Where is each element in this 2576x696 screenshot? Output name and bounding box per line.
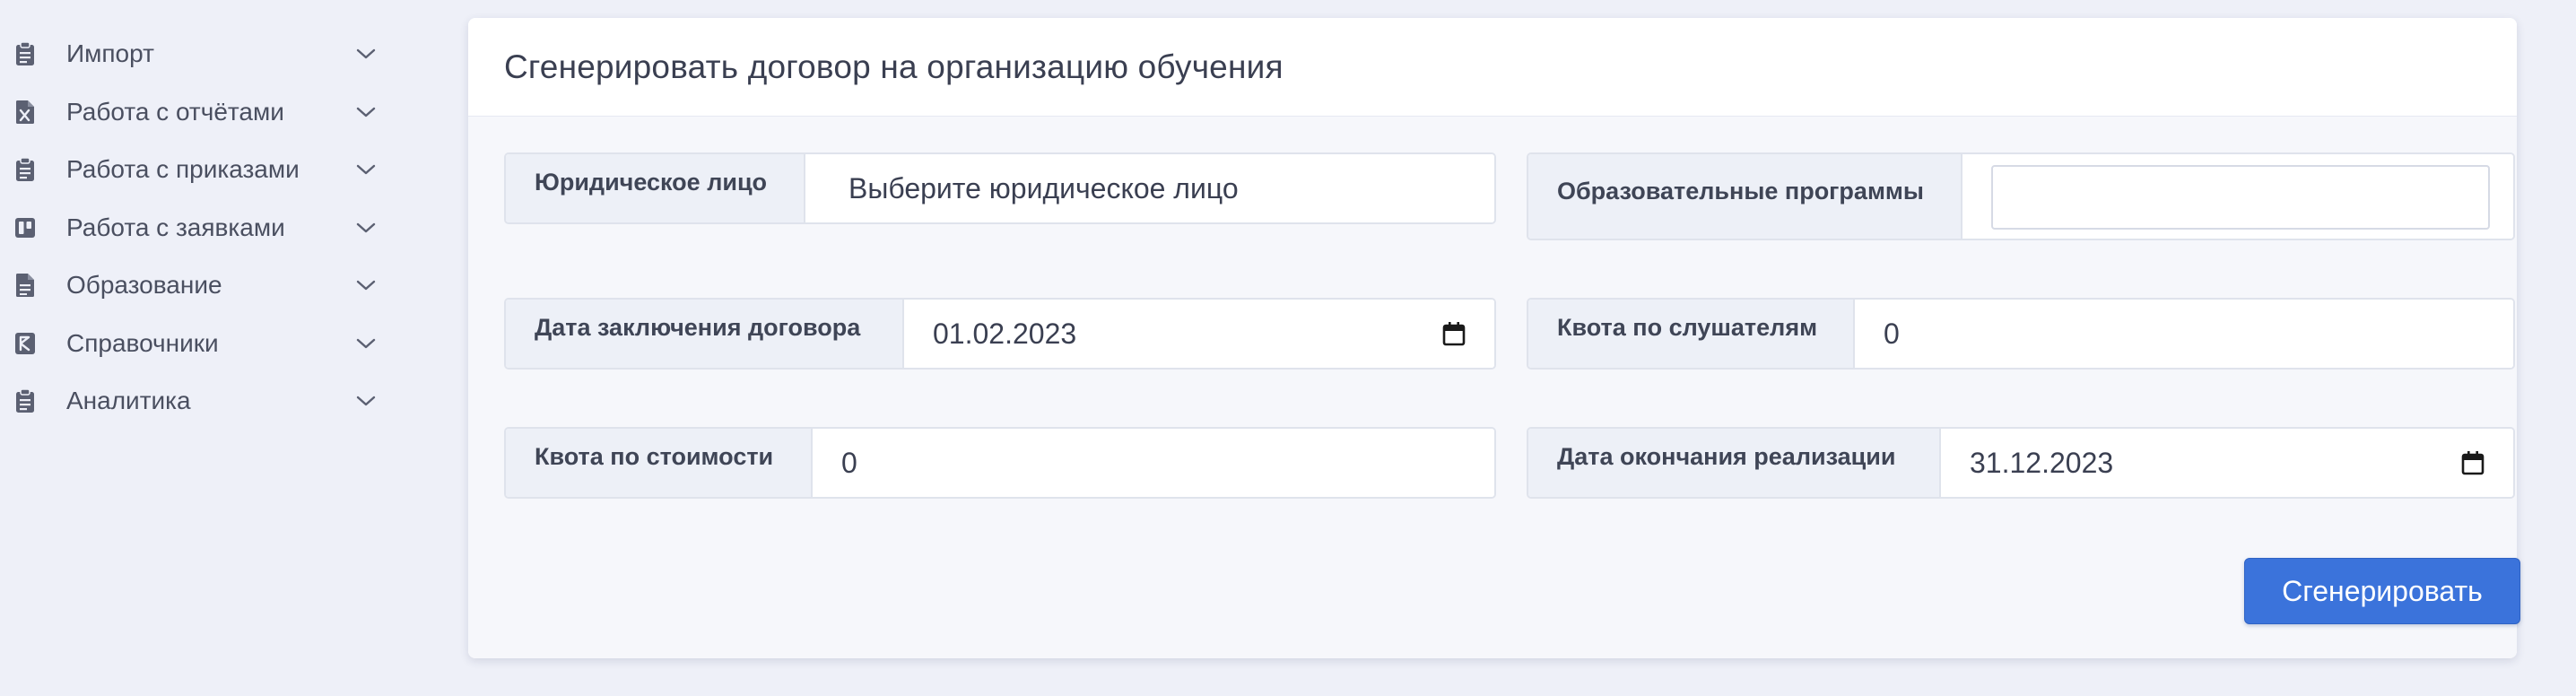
sidebar-item-label: Работа с приказами (66, 155, 300, 184)
sidebar: Импорт Работа с отчётами Работа с приказ… (0, 0, 395, 696)
excel-file-icon (14, 99, 36, 126)
calendar-icon[interactable] (1442, 321, 1466, 346)
listeners-quota-label: Квота по слушателям (1528, 300, 1855, 368)
programs-label: Образовательные программы (1528, 154, 1962, 239)
sidebar-item-orders[interactable]: Работа с приказами (0, 141, 395, 199)
programs-field-wrap (1962, 154, 2513, 239)
contract-date-value: 01.02.2023 (933, 317, 1077, 350)
sidebar-item-analytics[interactable]: Аналитика (0, 372, 395, 431)
calendar-icon[interactable] (2461, 450, 2485, 475)
card-header: Сгенерировать договор на организацию обу… (468, 18, 2517, 117)
document-icon (14, 272, 36, 299)
legal-entity-group: Юридическое лицо Выберите юридическое ли… (504, 152, 1496, 224)
sidebar-item-label: Аналитика (66, 387, 191, 415)
chevron-down-icon (356, 396, 376, 406)
sidebar-item-education[interactable]: Образование (0, 257, 395, 315)
clipboard-icon (14, 387, 36, 414)
book-icon (14, 330, 36, 357)
sidebar-item-label: Работа с заявками (66, 213, 285, 241)
programs-field[interactable] (1991, 165, 2490, 230)
end-date-group: Дата окончания реализации 31.12.2023 (1527, 427, 2515, 499)
listeners-quota-value: 0 (1884, 317, 1900, 350)
page-title: Сгенерировать договор на организацию обу… (504, 48, 1284, 85)
chevron-down-icon (356, 49, 376, 59)
contract-form-card: Сгенерировать договор на организацию обу… (468, 18, 2517, 658)
end-date-value: 31.12.2023 (1970, 446, 2114, 479)
sidebar-item-requests[interactable]: Работа с заявками (0, 199, 395, 257)
contract-date-group: Дата заключения договора 01.02.2023 (504, 298, 1496, 370)
listeners-quota-group: Квота по слушателям 0 (1527, 298, 2515, 370)
sidebar-item-directories[interactable]: Справочники (0, 315, 395, 373)
sidebar-item-import[interactable]: Импорт (0, 25, 395, 83)
sidebar-item-label: Работа с отчётами (66, 97, 284, 126)
chevron-down-icon (356, 222, 376, 232)
sidebar-item-label: Образование (66, 271, 222, 300)
sidebar-item-label: Импорт (66, 39, 154, 68)
legal-entity-label: Юридическое лицо (506, 154, 805, 222)
listeners-quota-input[interactable]: 0 (1855, 300, 2513, 368)
programs-group: Образовательные программы (1527, 152, 2515, 240)
cost-quota-value: 0 (841, 446, 857, 479)
sidebar-item-label: Справочники (66, 328, 219, 357)
legal-entity-select[interactable]: Выберите юридическое лицо (805, 154, 1494, 222)
cost-quota-label: Квота по стоимости (506, 429, 813, 497)
cost-quota-input[interactable]: 0 (813, 429, 1494, 497)
generate-button[interactable]: Сгенерировать (2244, 558, 2520, 624)
legal-entity-placeholder: Выберите юридическое лицо (849, 171, 1239, 204)
kanban-icon (14, 214, 36, 241)
chevron-down-icon (356, 338, 376, 348)
end-date-label: Дата окончания реализации (1528, 429, 1941, 497)
chevron-down-icon (356, 281, 376, 291)
clipboard-icon (14, 156, 36, 183)
card-body: Юридическое лицо Выберите юридическое ли… (468, 117, 2517, 658)
end-date-input[interactable]: 31.12.2023 (1941, 429, 2513, 497)
chevron-down-icon (356, 107, 376, 117)
contract-date-label: Дата заключения договора (506, 300, 904, 368)
contract-date-input[interactable]: 01.02.2023 (904, 300, 1494, 368)
sidebar-item-reports[interactable]: Работа с отчётами (0, 83, 395, 142)
cost-quota-group: Квота по стоимости 0 (504, 427, 1496, 499)
clipboard-icon (14, 40, 36, 67)
chevron-down-icon (356, 165, 376, 175)
